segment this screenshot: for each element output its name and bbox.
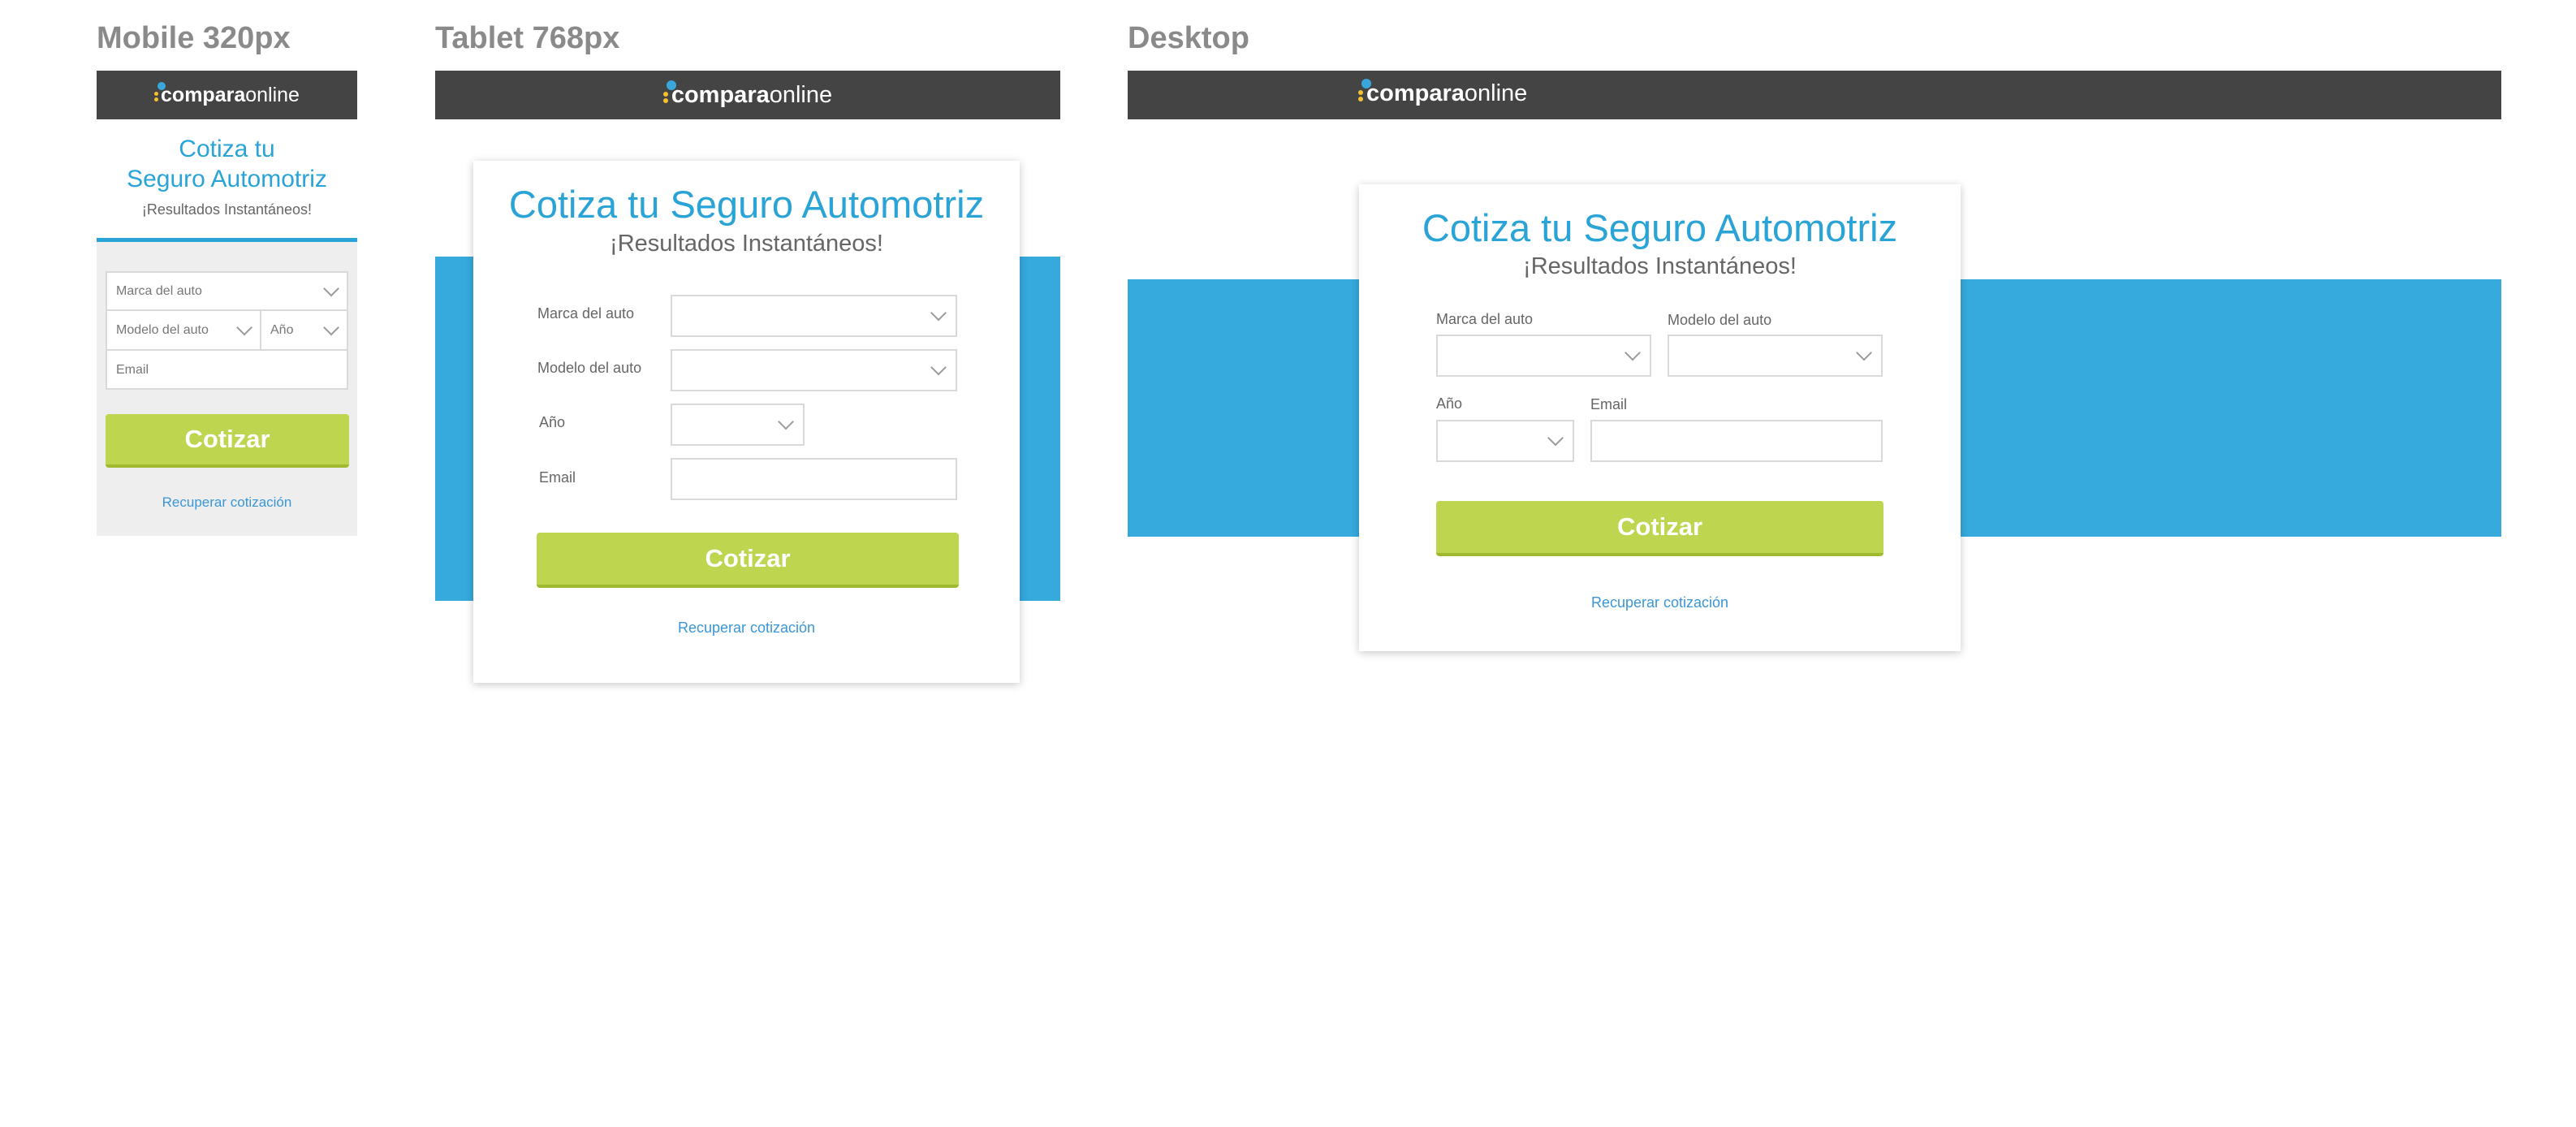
mobile-mockup: compara online Cotiza tu Seguro Automotri… <box>97 71 357 536</box>
tablet-section-label: Tablet 768px <box>435 21 620 55</box>
logo-text-bold: compara <box>671 81 770 108</box>
tablet-form-card: Cotiza tu Seguro Automotriz ¡Resultados … <box>473 161 1020 683</box>
tablet-brand-select[interactable] <box>671 295 957 337</box>
tablet-recover-link[interactable]: Recuperar cotización <box>473 620 1020 637</box>
tablet-year-select[interactable] <box>671 404 805 446</box>
mobile-section-label: Mobile 320px <box>97 21 291 55</box>
mobile-email-placeholder: Email <box>116 363 149 377</box>
mobile-header: compara online <box>97 71 357 119</box>
chevron-down-icon <box>236 319 252 335</box>
tablet-email-input[interactable] <box>671 458 957 500</box>
chevron-down-icon <box>1625 344 1641 361</box>
chevron-down-icon <box>930 359 947 376</box>
desktop-form-title: Cotiza tu Seguro Automotriz <box>1422 206 1898 249</box>
desktop-email-label: Email <box>1590 396 1628 412</box>
tablet-brand-label: Marca del auto <box>537 305 635 322</box>
logo-dots-icon <box>154 81 170 108</box>
logo-text-regular: online <box>769 81 833 108</box>
chevron-down-icon <box>323 280 339 296</box>
desktop-mockup: compara online Cotiza tu Seguro Automotri… <box>1128 71 2501 655</box>
logo-text-bold: compara <box>161 83 246 106</box>
mobile-email-input[interactable]: Email <box>106 349 348 390</box>
logo-text-regular: online <box>1464 80 1528 106</box>
mobile-form-subtitle: ¡Resultados Instantáneos! <box>141 201 313 218</box>
logo-text-regular: online <box>245 83 300 106</box>
mobile-brand-placeholder: Marca del auto <box>116 284 202 298</box>
tablet-cotizar-button[interactable]: Cotizar <box>537 533 959 588</box>
desktop-year-select[interactable] <box>1436 420 1574 462</box>
tablet-year-label: Año <box>539 414 566 430</box>
desktop-cotizar-button[interactable]: Cotizar <box>1436 501 1883 556</box>
chevron-down-icon <box>1856 344 1872 361</box>
mobile-model-select[interactable]: Modelo del auto <box>106 309 261 351</box>
mobile-year-select[interactable]: Año <box>260 309 348 351</box>
desktop-email-input[interactable] <box>1590 420 1883 462</box>
mobile-cotizar-button[interactable]: Cotizar <box>106 414 349 468</box>
mobile-form-panel: Marca del auto Modelo del auto Año Email… <box>97 242 357 536</box>
desktop-year-label: Año <box>1436 395 1463 412</box>
comparaonline-logo[interactable]: compara online <box>154 81 300 108</box>
tablet-form-subtitle: ¡Resultados Instantáneos! <box>610 231 883 257</box>
mobile-model-placeholder: Modelo del auto <box>116 323 209 337</box>
tablet-model-label: Modelo del auto <box>537 360 642 376</box>
comparaonline-logo[interactable]: compara online <box>1358 79 1528 107</box>
mobile-form-title-line2: Seguro Automotriz <box>127 166 327 192</box>
tablet-form-title: Cotiza tu Seguro Automotriz <box>508 183 985 226</box>
desktop-recover-link[interactable]: Recuperar cotización <box>1359 594 1961 611</box>
chevron-down-icon <box>323 319 339 335</box>
tablet-email-label: Email <box>539 469 576 486</box>
chevron-down-icon <box>778 413 794 430</box>
desktop-section-label: Desktop <box>1128 21 1249 55</box>
tablet-model-select[interactable] <box>671 349 957 391</box>
chevron-down-icon <box>1547 430 1564 447</box>
desktop-model-label: Modelo del auto <box>1668 312 1772 328</box>
desktop-form-subtitle: ¡Resultados Instantáneos! <box>1523 253 1797 279</box>
desktop-model-select[interactable] <box>1668 335 1883 377</box>
mobile-year-placeholder: Año <box>270 323 294 337</box>
desktop-form-card: Cotiza tu Seguro Automotriz ¡Resultados … <box>1359 184 1961 651</box>
logo-dots-icon <box>1358 79 1374 105</box>
tablet-header: compara online <box>435 71 1060 119</box>
mobile-form-title-line1: Cotiza tu <box>179 136 275 162</box>
desktop-brand-label: Marca del auto <box>1436 311 1534 327</box>
desktop-header: compara online <box>1128 71 2501 119</box>
mobile-recover-link[interactable]: Recuperar cotización <box>97 494 357 511</box>
logo-text-bold: compara <box>1366 80 1465 106</box>
mobile-brand-select[interactable]: Marca del auto <box>106 271 348 311</box>
logo-dots-icon <box>662 80 680 106</box>
desktop-brand-select[interactable] <box>1436 335 1651 377</box>
chevron-down-icon <box>930 304 947 322</box>
tablet-mockup: compara online Cotiza tu Seguro Automotri… <box>435 71 1060 688</box>
comparaonline-logo[interactable]: compara online <box>662 80 833 109</box>
